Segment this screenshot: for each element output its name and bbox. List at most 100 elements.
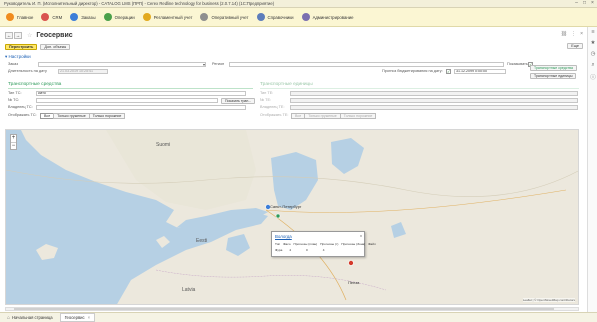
link-icon[interactable]: ⛓: [561, 31, 567, 37]
vehicle-display-empty[interactable]: Только порожние: [88, 113, 126, 119]
search-icon[interactable]: ⌕: [588, 62, 597, 71]
vehicle-display-label: Отображать ТС:: [8, 113, 37, 117]
map-horizontal-scrollbar[interactable]: [5, 307, 579, 311]
close-form-icon[interactable]: ×: [580, 31, 583, 37]
popup-col-zone: Прогнозы (Зона): [341, 242, 366, 246]
task-home-label: Начальная страница: [12, 315, 53, 320]
vehicle-owner-field[interactable]: [36, 105, 246, 110]
vehicle-owner-label: Владелец ТС:: [8, 105, 33, 109]
unit-display-all: Все: [291, 113, 306, 119]
refresh-button[interactable]: Перестроить: [5, 43, 38, 50]
vehicles-separator: [8, 88, 253, 89]
units-separator: [260, 88, 579, 89]
map-canvas: [6, 130, 578, 304]
settings-toggle[interactable]: ▾ Настройки: [5, 54, 31, 60]
scrollbar-thumb[interactable]: [14, 308, 554, 310]
history-icon[interactable]: ◷: [588, 51, 597, 60]
order-dropdown-icon[interactable]: ▾: [203, 62, 205, 67]
close-tab-icon[interactable]: ×: [88, 315, 90, 320]
main-content: ← → ☆ Геосервис ⛓ ⋮ × Перестроить Доп. о…: [0, 27, 587, 312]
settings-header: Настройки: [8, 54, 31, 59]
forecast-checkbox[interactable]: ✓: [446, 69, 451, 74]
map-label-estonia: Eesti: [196, 238, 208, 244]
units-header: Транспортные единицы: [260, 82, 313, 87]
more-options-icon[interactable]: ⋮: [571, 31, 576, 37]
vehicle-marker-green[interactable]: [275, 213, 281, 219]
vehicle-display-all[interactable]: Все: [40, 113, 55, 119]
order-field[interactable]: [38, 62, 206, 67]
popup-close-icon[interactable]: x: [360, 233, 362, 238]
section-crm[interactable]: CRM: [41, 10, 62, 24]
forward-button[interactable]: →: [14, 31, 22, 39]
popup-title[interactable]: Вологда: [275, 234, 292, 239]
home-icon: ⌂: [7, 314, 11, 321]
open-windows-bar: ⌂ Начальная страница Геосервис ×: [0, 312, 597, 322]
order-label: Заказ: [8, 62, 18, 66]
section-operational-accounting[interactable]: Оперативный учет: [200, 10, 249, 24]
unit-owner-field: [290, 105, 578, 110]
back-button[interactable]: ←: [5, 31, 13, 39]
references-icon: [256, 13, 265, 21]
unit-display-loaded: Только груженые: [304, 113, 341, 119]
section-main[interactable]: Главное: [6, 10, 33, 24]
star-icon[interactable]: ★: [588, 40, 597, 49]
vehicle-display-toggle: Все Только груженые Только порожние: [40, 113, 126, 119]
section-regulated-accounting[interactable]: Регламентный учет: [142, 10, 192, 24]
map-label-finland: Suomi: [156, 142, 171, 148]
window-title: Руководитель И. П. (Исполнительный дирек…: [4, 1, 275, 6]
info-icon[interactable]: ⓘ: [588, 73, 597, 82]
popup-cell-count: 4: [289, 248, 292, 252]
section-panel: Главное CRM Заказы Операции Регламентный…: [0, 8, 597, 27]
region-label: Регион: [212, 62, 225, 66]
vehicles-button[interactable]: Транспортные средства: [530, 65, 577, 71]
forecast-label: Прогноз бюджетирования на дату:: [382, 69, 443, 73]
unit-number-label: № ТЕ:: [260, 98, 272, 102]
menu-icon[interactable]: ≡: [588, 29, 597, 38]
section-administration[interactable]: Администрирование: [301, 10, 354, 24]
vehicle-display-loaded[interactable]: Только груженые: [53, 113, 90, 119]
command-bar: Перестроить Доп. объекы: [5, 43, 71, 50]
unit-type-label: Тип ТЕ:: [260, 91, 274, 95]
forecast-date-field[interactable]: 31.12.2099 0:00:00: [454, 69, 506, 74]
favorite-star-icon[interactable]: ☆: [27, 32, 32, 39]
unit-owner-label: Владелец ТЕ:: [260, 105, 285, 109]
zoom-out-button[interactable]: −: [11, 142, 16, 149]
unit-display-toggle: Все Только груженые Только порожние: [291, 113, 377, 119]
unit-display-empty: Только порожние: [339, 113, 377, 119]
vehicle-marker-red[interactable]: [348, 260, 354, 266]
map-view[interactable]: Eesti Latvia Suomi Санкт-Петербург Пенза…: [5, 129, 579, 305]
task-geoservice[interactable]: Геосервис ×: [59, 313, 96, 322]
extra-objects-button[interactable]: Доп. объекы: [40, 43, 71, 50]
map-attribution: Leaflet | © OpenStreetMap contributors: [522, 298, 575, 302]
vehicle-number-label: № ТС:: [8, 98, 20, 102]
popup-data-row: Фура 4 0 4: [275, 248, 361, 252]
zoom-control: + −: [10, 134, 17, 150]
find-vehicle-button[interactable]: Показать тран...: [221, 98, 256, 104]
vehicle-type-field[interactable]: Авто: [36, 91, 246, 96]
main-icon: [6, 13, 14, 21]
map-label-latvia: Latvia: [182, 287, 196, 293]
section-orders[interactable]: Заказы: [70, 10, 96, 24]
popup-col-plan: Прогнозы (план): [293, 242, 318, 246]
maximize-icon[interactable]: □: [582, 1, 587, 6]
orders-icon: [70, 13, 79, 21]
popup-col-tons: Прогнозы (т): [320, 242, 339, 246]
map-popup: Вологда x Тип Фасо Прогнозы (план) Прогн…: [271, 231, 376, 257]
vehicle-number-field[interactable]: [36, 98, 218, 103]
time-label: Длительность на дату: [8, 69, 47, 73]
section-references[interactable]: Справочники: [256, 10, 294, 24]
task-home-page[interactable]: ⌂ Начальная страница: [2, 313, 58, 322]
zoom-in-button[interactable]: +: [11, 135, 16, 142]
units-button[interactable]: Транспортные единицы: [530, 73, 577, 79]
popup-cell-tons: 4: [322, 248, 325, 252]
map-label-spb: Санкт-Петербург: [270, 204, 302, 209]
section-operations[interactable]: Операции: [103, 10, 135, 24]
close-icon[interactable]: ×: [590, 1, 595, 6]
region-field[interactable]: [229, 62, 504, 67]
right-sidebar: ≡ ★ ◷ ⌕ ⓘ: [587, 27, 597, 312]
vehicles-header: Транспортные средства: [8, 82, 62, 87]
popup-header-row: Тип Фасо Прогнозы (план) Прогнозы (т) Пр…: [275, 242, 376, 246]
more-button[interactable]: Еще: [567, 43, 583, 49]
gear-icon: [301, 13, 310, 21]
minimize-icon[interactable]: –: [574, 1, 579, 6]
